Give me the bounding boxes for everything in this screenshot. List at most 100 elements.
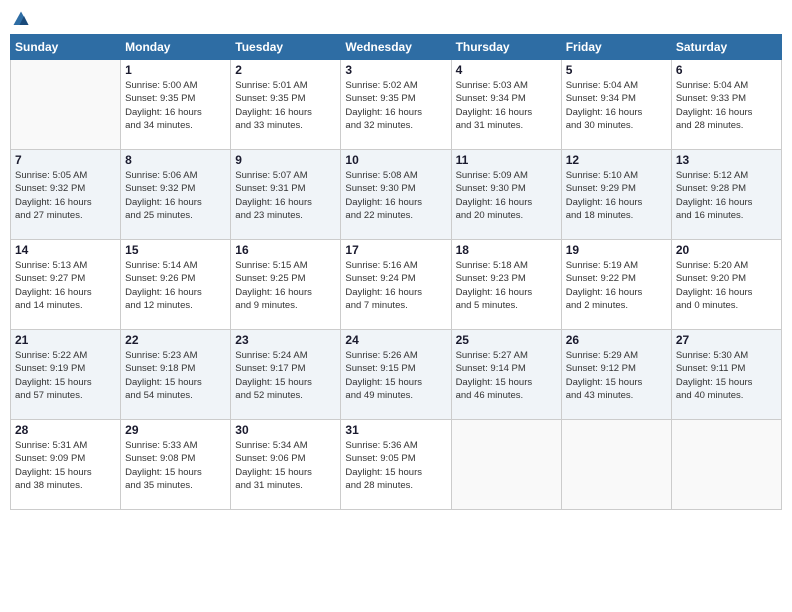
calendar-week-3: 14 Sunrise: 5:13 AMSunset: 9:27 PMDayligh… [11,240,782,330]
day-number: 26 [566,333,667,347]
day-info: Sunrise: 5:14 AMSunset: 9:26 PMDaylight:… [125,259,226,312]
calendar-cell: 29 Sunrise: 5:33 AMSunset: 9:08 PMDayligh… [121,420,231,510]
day-number: 8 [125,153,226,167]
day-info: Sunrise: 5:08 AMSunset: 9:30 PMDaylight:… [345,169,446,222]
calendar-week-4: 21 Sunrise: 5:22 AMSunset: 9:19 PMDayligh… [11,330,782,420]
calendar-cell [451,420,561,510]
day-number: 24 [345,333,446,347]
calendar-cell: 16Sunrise: 5:15 AMSunset: 9:25 PMDayligh… [231,240,341,330]
calendar-week-2: 7 Sunrise: 5:05 AMSunset: 9:32 PMDaylight… [11,150,782,240]
day-info: Sunrise: 5:31 AMSunset: 9:09 PMDaylight:… [15,439,116,492]
calendar-cell: 2Sunrise: 5:01 AMSunset: 9:35 PMDaylight… [231,60,341,150]
day-info: Sunrise: 5:34 AMSunset: 9:06 PMDaylight:… [235,439,336,492]
calendar-week-5: 28 Sunrise: 5:31 AMSunset: 9:09 PMDayligh… [11,420,782,510]
calendar-week-1: 1 Sunrise: 5:00 AMSunset: 9:35 PMDaylight… [11,60,782,150]
day-number: 12 [566,153,667,167]
day-number: 4 [456,63,557,77]
day-number: 28 [15,423,116,437]
day-info: Sunrise: 5:18 AMSunset: 9:23 PMDaylight:… [456,259,557,312]
calendar-cell: 5Sunrise: 5:04 AMSunset: 9:34 PMDaylight… [561,60,671,150]
day-number: 21 [15,333,116,347]
day-info: Sunrise: 5:00 AMSunset: 9:35 PMDaylight:… [125,79,226,132]
day-info: Sunrise: 5:27 AMSunset: 9:14 PMDaylight:… [456,349,557,402]
day-number: 7 [15,153,116,167]
calendar-cell: 17 Sunrise: 5:16 AMSunset: 9:24 PMDayligh… [341,240,451,330]
day-info: Sunrise: 5:01 AMSunset: 9:35 PMDaylight:… [235,79,336,132]
day-number: 30 [235,423,336,437]
page-header [10,10,782,28]
calendar-cell: 25 Sunrise: 5:27 AMSunset: 9:14 PMDayligh… [451,330,561,420]
calendar-cell: 15 Sunrise: 5:14 AMSunset: 9:26 PMDayligh… [121,240,231,330]
day-number: 5 [566,63,667,77]
day-info: Sunrise: 5:20 AMSunset: 9:20 PMDaylight:… [676,259,777,312]
day-number: 22 [125,333,226,347]
calendar-cell: 7 Sunrise: 5:05 AMSunset: 9:32 PMDaylight… [11,150,121,240]
day-number: 10 [345,153,446,167]
day-info: Sunrise: 5:24 AMSunset: 9:17 PMDaylight:… [235,349,336,402]
calendar-cell: 11 Sunrise: 5:09 AMSunset: 9:30 PMDayligh… [451,150,561,240]
calendar-cell: 18 Sunrise: 5:18 AMSunset: 9:23 PMDayligh… [451,240,561,330]
header-thursday: Thursday [451,35,561,60]
day-info: Sunrise: 5:19 AMSunset: 9:22 PMDaylight:… [566,259,667,312]
day-info: Sunrise: 5:09 AMSunset: 9:30 PMDaylight:… [456,169,557,222]
calendar-cell: 13 Sunrise: 5:12 AMSunset: 9:28 PMDayligh… [671,150,781,240]
day-info: Sunrise: 5:22 AMSunset: 9:19 PMDaylight:… [15,349,116,402]
calendar-cell: 19 Sunrise: 5:19 AMSunset: 9:22 PMDayligh… [561,240,671,330]
day-number: 25 [456,333,557,347]
day-info: Sunrise: 5:04 AMSunset: 9:33 PMDaylight:… [676,79,777,132]
header-saturday: Saturday [671,35,781,60]
day-number: 17 [345,243,446,257]
day-number: 1 [125,63,226,77]
day-info: Sunrise: 5:12 AMSunset: 9:28 PMDaylight:… [676,169,777,222]
calendar-cell: 24 Sunrise: 5:26 AMSunset: 9:15 PMDayligh… [341,330,451,420]
day-info: Sunrise: 5:06 AMSunset: 9:32 PMDaylight:… [125,169,226,222]
day-info: Sunrise: 5:15 AMSunset: 9:25 PMDaylight:… [235,259,336,312]
day-info: Sunrise: 5:07 AMSunset: 9:31 PMDaylight:… [235,169,336,222]
day-number: 31 [345,423,446,437]
day-info: Sunrise: 5:16 AMSunset: 9:24 PMDaylight:… [345,259,446,312]
day-number: 18 [456,243,557,257]
calendar-cell: 21 Sunrise: 5:22 AMSunset: 9:19 PMDayligh… [11,330,121,420]
day-number: 19 [566,243,667,257]
day-number: 15 [125,243,226,257]
day-info: Sunrise: 5:03 AMSunset: 9:34 PMDaylight:… [456,79,557,132]
calendar-cell: 8 Sunrise: 5:06 AMSunset: 9:32 PMDaylight… [121,150,231,240]
logo [10,10,30,28]
day-number: 6 [676,63,777,77]
day-number: 23 [235,333,336,347]
day-info: Sunrise: 5:30 AMSunset: 9:11 PMDaylight:… [676,349,777,402]
day-number: 29 [125,423,226,437]
day-number: 11 [456,153,557,167]
day-info: Sunrise: 5:36 AMSunset: 9:05 PMDaylight:… [345,439,446,492]
calendar-cell: 3Sunrise: 5:02 AMSunset: 9:35 PMDaylight… [341,60,451,150]
logo-icon [12,10,30,28]
day-number: 20 [676,243,777,257]
header-tuesday: Tuesday [231,35,341,60]
calendar-cell: 31 Sunrise: 5:36 AMSunset: 9:05 PMDayligh… [341,420,451,510]
calendar-cell: 22 Sunrise: 5:23 AMSunset: 9:18 PMDayligh… [121,330,231,420]
day-info: Sunrise: 5:26 AMSunset: 9:15 PMDaylight:… [345,349,446,402]
day-number: 13 [676,153,777,167]
calendar-cell: 23 Sunrise: 5:24 AMSunset: 9:17 PMDayligh… [231,330,341,420]
header-monday: Monday [121,35,231,60]
day-info: Sunrise: 5:33 AMSunset: 9:08 PMDaylight:… [125,439,226,492]
calendar-cell [671,420,781,510]
calendar-cell: 4 Sunrise: 5:03 AMSunset: 9:34 PMDaylight… [451,60,561,150]
calendar-cell: 6 Sunrise: 5:04 AMSunset: 9:33 PMDaylight… [671,60,781,150]
header-friday: Friday [561,35,671,60]
day-info: Sunrise: 5:13 AMSunset: 9:27 PMDaylight:… [15,259,116,312]
calendar-cell: 12 Sunrise: 5:10 AMSunset: 9:29 PMDayligh… [561,150,671,240]
calendar-cell: 10 Sunrise: 5:08 AMSunset: 9:30 PMDayligh… [341,150,451,240]
day-info: Sunrise: 5:29 AMSunset: 9:12 PMDaylight:… [566,349,667,402]
calendar-cell: 9Sunrise: 5:07 AMSunset: 9:31 PMDaylight… [231,150,341,240]
header-sunday: Sunday [11,35,121,60]
day-info: Sunrise: 5:23 AMSunset: 9:18 PMDaylight:… [125,349,226,402]
day-info: Sunrise: 5:10 AMSunset: 9:29 PMDaylight:… [566,169,667,222]
calendar-cell [11,60,121,150]
calendar-cell: 1 Sunrise: 5:00 AMSunset: 9:35 PMDaylight… [121,60,231,150]
calendar-cell [561,420,671,510]
calendar-cell: 20 Sunrise: 5:20 AMSunset: 9:20 PMDayligh… [671,240,781,330]
day-number: 14 [15,243,116,257]
day-info: Sunrise: 5:05 AMSunset: 9:32 PMDaylight:… [15,169,116,222]
day-number: 3 [345,63,446,77]
